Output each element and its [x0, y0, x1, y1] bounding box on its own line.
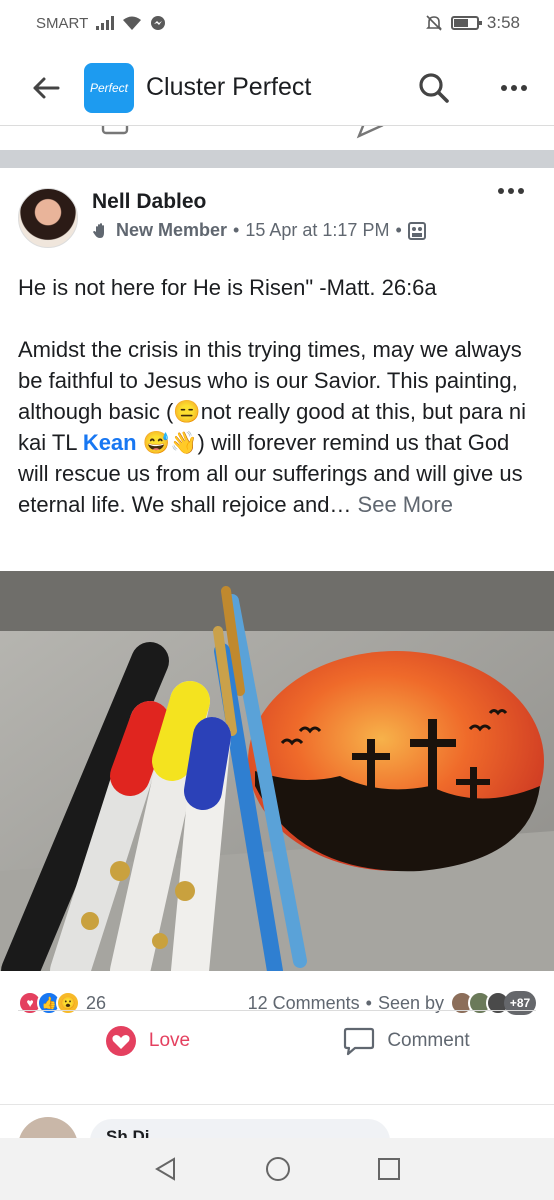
- group-logo-text: Perfect: [89, 80, 128, 95]
- carrier-label: SMART: [36, 14, 89, 32]
- group-logo[interactable]: Perfect: [84, 62, 134, 113]
- post-text-line: He is not here for He is Risen" -Matt. 2…: [18, 275, 437, 300]
- post-text-paragraph: Amidst the crisis in this trying times, …: [18, 334, 536, 520]
- meta-separator: •: [233, 220, 240, 240]
- search-icon: [419, 72, 449, 103]
- comment-icon: [101, 126, 129, 135]
- mention-link[interactable]: Kean: [83, 430, 137, 455]
- share-icon: [356, 126, 384, 139]
- mute-bell-icon: [425, 15, 442, 31]
- see-more-link[interactable]: See More: [358, 492, 453, 517]
- status-bar: SMART 3:58: [0, 0, 554, 46]
- status-time: 3:58: [486, 13, 520, 32]
- post-more-button[interactable]: [498, 188, 524, 194]
- comment-icon: [344, 1027, 375, 1055]
- comment-preview: Sh Di: [0, 1104, 554, 1138]
- more-dots-icon: [501, 84, 527, 91]
- author-avatar[interactable]: [18, 188, 78, 248]
- member-badge: New Member: [116, 220, 228, 240]
- back-button[interactable]: [26, 68, 66, 108]
- post-meta: New Member • 15 Apr at 1:17 PM •: [92, 220, 426, 241]
- previous-post-actions: [0, 126, 554, 150]
- wave-hand-icon: [93, 222, 104, 238]
- painted-rock-photo: [0, 571, 554, 971]
- author-name[interactable]: Nell Dableo: [92, 190, 206, 214]
- meta-separator: •: [395, 220, 402, 240]
- comment-bubble[interactable]: Sh Di: [90, 1119, 390, 1138]
- group-privacy-icon: [407, 221, 426, 240]
- post-separator: [0, 150, 554, 168]
- back-arrow-icon: [33, 77, 60, 98]
- love-label: Love: [148, 1029, 191, 1051]
- group-title[interactable]: Cluster Perfect: [146, 73, 311, 102]
- header-more-button[interactable]: [494, 68, 534, 108]
- more-dots-icon: [498, 188, 524, 194]
- nav-back-icon[interactable]: [153, 1156, 179, 1182]
- post-actions: Love Comment: [18, 1010, 536, 1070]
- post: Nell Dableo New Member • 15 Apr at 1:17 …: [0, 168, 554, 551]
- commenter-avatar[interactable]: [18, 1117, 78, 1138]
- wifi-icon: [123, 16, 142, 30]
- battery-icon: [450, 16, 482, 30]
- signal-icon: [96, 16, 115, 30]
- post-image[interactable]: [0, 571, 554, 971]
- nav-recents-icon[interactable]: [377, 1157, 401, 1181]
- love-icon: [105, 1025, 136, 1056]
- comment-button[interactable]: Comment: [277, 1026, 536, 1056]
- comment-label: Comment: [387, 1029, 470, 1051]
- system-nav-bar: [0, 1138, 554, 1200]
- post-timestamp[interactable]: 15 Apr at 1:17 PM: [245, 220, 389, 241]
- group-header: Perfect Cluster Perfect: [0, 50, 554, 126]
- post-text: He is not here for He is Risen" -Matt. 2…: [0, 272, 554, 520]
- love-button[interactable]: Love: [18, 1025, 277, 1057]
- nav-home-icon[interactable]: [265, 1156, 291, 1182]
- messenger-icon: [151, 16, 166, 30]
- search-button[interactable]: [414, 68, 454, 108]
- commenter-name: Sh Di: [106, 1127, 150, 1138]
